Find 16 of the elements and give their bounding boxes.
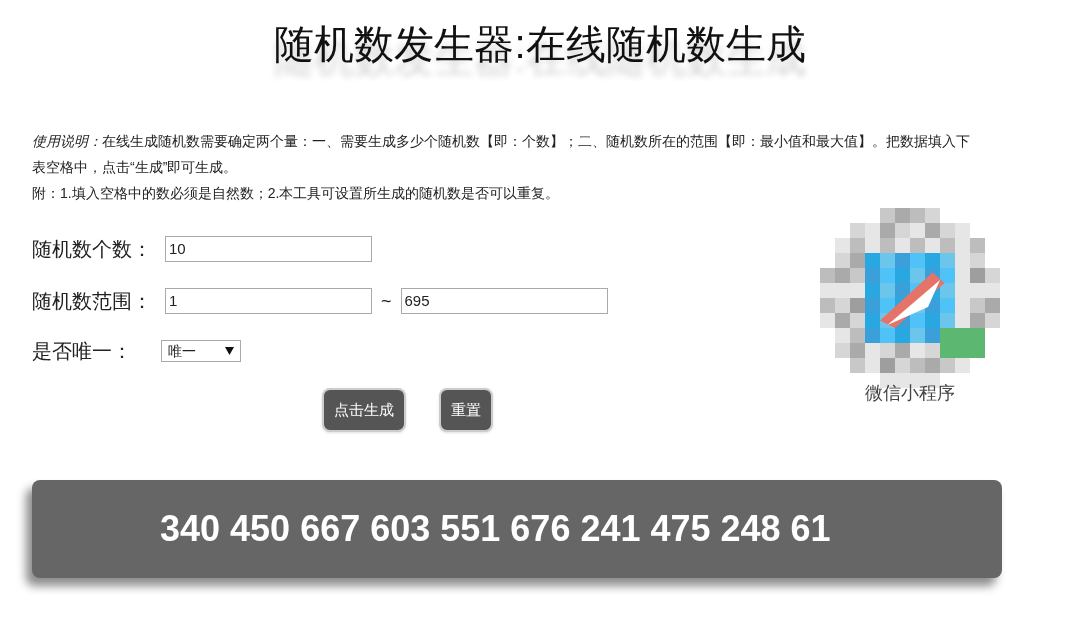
page-title: 随机数发生器:在线随机数生成 — [274, 21, 806, 68]
instruction-text: 使用说明：在线生成随机数需要确定两个量：一、需要生成多少个随机数【即：个数】；二、随机数所在的范围【即：最小值和最大值】。把数据填入下表空格中，点击“生成”即可生成。 — [32, 132, 971, 177]
count-field[interactable]: 10 — [165, 236, 372, 262]
unique-dropdown[interactable]: 唯一 — [161, 340, 241, 362]
generate-button[interactable]: 点击生成 — [322, 388, 406, 432]
range-separator: ~ — [381, 289, 392, 313]
field-label: 是否唯一： — [32, 339, 133, 364]
qr-caption: 微信小程序 — [865, 382, 955, 405]
reset-button[interactable]: 重置 — [439, 388, 493, 432]
field-label: 随机数个数： — [32, 237, 153, 262]
instruction-text: 附：1.填入空格中的数必须是自然数；2.本工具可设置所生成的随机数是否可以重复。 — [32, 184, 561, 203]
caret-icon — [225, 347, 234, 355]
max-field[interactable]: 695 — [400, 288, 608, 314]
min-field[interactable]: 1 — [165, 288, 372, 314]
field-label: 随机数范围： — [32, 289, 153, 314]
result-numbers: 340 450 667 603 551 676 241 475 248 61 — [160, 507, 831, 551]
